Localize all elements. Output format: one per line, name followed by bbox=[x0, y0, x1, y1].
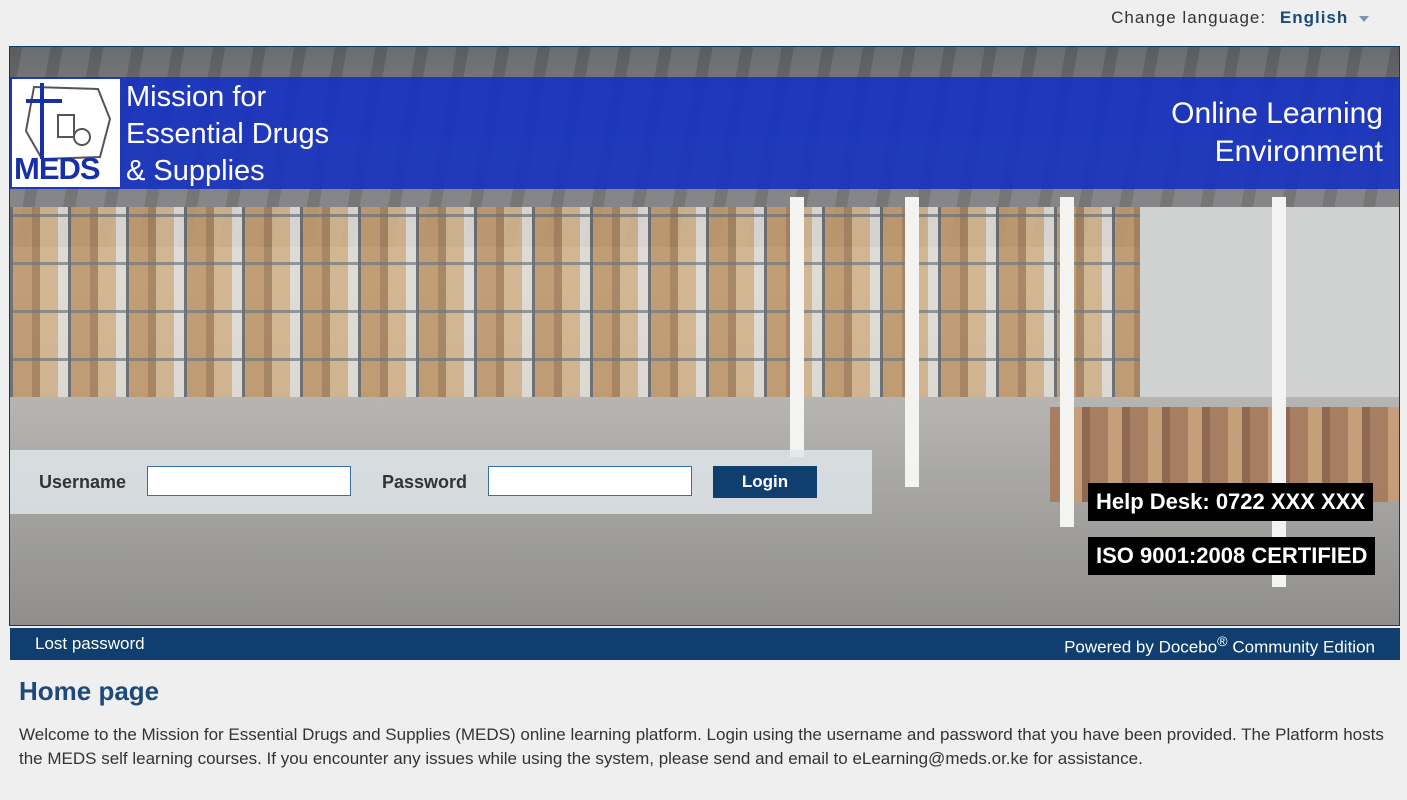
organization-name: Mission for Essential Drugs & Supplies bbox=[126, 79, 329, 190]
powered-by-text[interactable]: Powered by Docebo bbox=[1064, 638, 1217, 657]
platform-title: Online Learning Environment bbox=[1171, 95, 1383, 171]
lost-password-link[interactable]: Lost password bbox=[35, 634, 145, 654]
warehouse-pillar bbox=[1272, 197, 1286, 587]
login-button[interactable]: Login bbox=[713, 466, 817, 498]
username-label: Username bbox=[39, 472, 127, 492]
iso-badge: ISO 9001:2008 CERTIFIED bbox=[1088, 537, 1376, 575]
banner-footer: Lost password Powered by Docebo® Communi… bbox=[10, 628, 1400, 660]
page-title: Home page bbox=[19, 676, 160, 706]
platform-title-line: Environment bbox=[1214, 135, 1383, 168]
language-value[interactable]: English bbox=[1280, 8, 1348, 27]
username-input[interactable] bbox=[147, 466, 351, 496]
site-header: MEDS Mission for Essential Drugs & Suppl… bbox=[10, 77, 1399, 189]
login-form: Username Password Login bbox=[10, 450, 872, 514]
language-switcher: Change language: English bbox=[1111, 8, 1369, 28]
powered-by: Powered by Docebo® Community Edition bbox=[1064, 634, 1375, 658]
edition-text: Community Edition bbox=[1227, 637, 1375, 657]
logo-text: MEDS bbox=[14, 151, 101, 186]
org-name-line: Mission for bbox=[126, 81, 267, 113]
org-name-line: Essential Drugs bbox=[126, 118, 330, 150]
main-content: Home page Welcome to the Mission for Ess… bbox=[19, 676, 1389, 771]
help-desk-badge: Help Desk: 0722 XXX XXX bbox=[1088, 483, 1374, 521]
hero-banner: MEDS Mission for Essential Drugs & Suppl… bbox=[9, 46, 1400, 626]
registered-mark: ® bbox=[1217, 634, 1228, 650]
chevron-down-icon[interactable] bbox=[1359, 15, 1369, 22]
language-label: Change language: bbox=[1111, 8, 1267, 27]
warehouse-pillar bbox=[1060, 197, 1074, 527]
password-label: Password bbox=[382, 472, 468, 492]
platform-title-line: Online Learning bbox=[1171, 97, 1383, 130]
language-dropdown[interactable]: English bbox=[1280, 8, 1369, 27]
warehouse-pillar bbox=[905, 197, 919, 487]
password-input[interactable] bbox=[488, 466, 692, 496]
welcome-text: Welcome to the Mission for Essential Dru… bbox=[19, 725, 1384, 768]
meds-logo: MEDS bbox=[12, 79, 120, 187]
warehouse-pillar bbox=[790, 197, 804, 457]
org-name-line: & Supplies bbox=[126, 155, 265, 187]
